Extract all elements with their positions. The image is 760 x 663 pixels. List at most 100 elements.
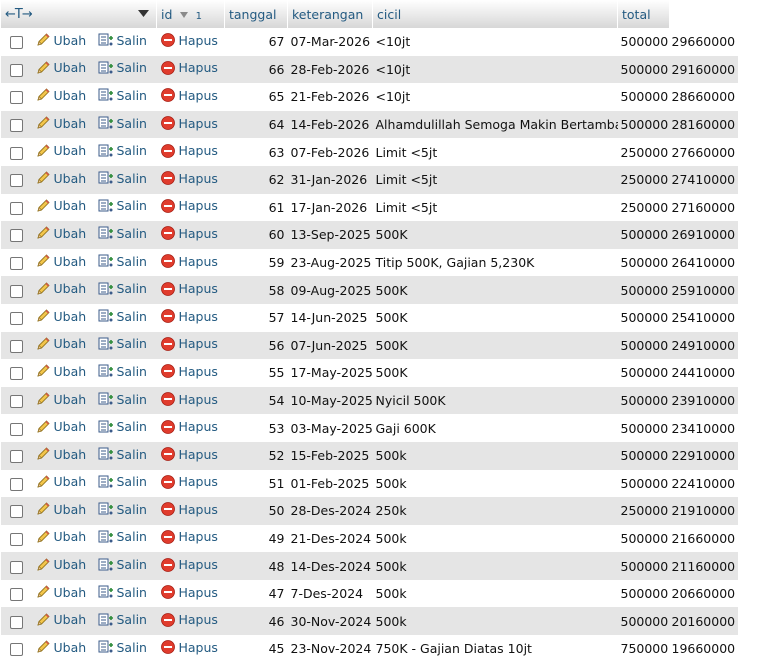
row-checkbox[interactable] bbox=[9, 588, 23, 602]
row-checkbox[interactable] bbox=[9, 146, 23, 160]
row-checkbox[interactable] bbox=[9, 643, 23, 657]
column-header-total-label[interactable]: total bbox=[622, 7, 651, 22]
edit-button[interactable]: Ubah bbox=[35, 308, 86, 324]
copy-button[interactable]: Salin bbox=[98, 60, 147, 76]
copy-button[interactable]: Salin bbox=[98, 391, 147, 407]
row-checkbox[interactable] bbox=[9, 339, 23, 353]
copy-button[interactable]: Salin bbox=[98, 584, 147, 600]
delete-button[interactable]: Hapus bbox=[160, 419, 218, 435]
delete-button[interactable]: Hapus bbox=[160, 446, 218, 462]
copy-button[interactable]: Salin bbox=[98, 363, 147, 379]
edit-button[interactable]: Ubah bbox=[35, 584, 86, 600]
delete-button[interactable]: Hapus bbox=[160, 32, 218, 48]
row-checkbox[interactable] bbox=[9, 91, 23, 105]
copy-button[interactable]: Salin bbox=[98, 115, 147, 131]
column-header-id-label[interactable]: id bbox=[161, 7, 172, 22]
row-checkbox[interactable] bbox=[9, 395, 23, 409]
delete-button[interactable]: Hapus bbox=[160, 170, 218, 186]
edit-button[interactable]: Ubah bbox=[35, 87, 86, 103]
copy-button[interactable]: Salin bbox=[98, 336, 147, 352]
row-checkbox[interactable] bbox=[9, 63, 23, 77]
delete-button[interactable]: Hapus bbox=[160, 198, 218, 214]
copy-button[interactable]: Salin bbox=[98, 639, 147, 655]
row-checkbox[interactable] bbox=[9, 477, 23, 491]
edit-button[interactable]: Ubah bbox=[35, 474, 86, 490]
row-checkbox[interactable] bbox=[9, 450, 23, 464]
edit-button[interactable]: Ubah bbox=[35, 446, 86, 462]
delete-button[interactable]: Hapus bbox=[160, 87, 218, 103]
delete-button[interactable]: Hapus bbox=[160, 639, 218, 655]
edit-button[interactable]: Ubah bbox=[35, 639, 86, 655]
copy-button[interactable]: Salin bbox=[98, 87, 147, 103]
column-header-keterangan[interactable]: keterangan bbox=[287, 0, 373, 28]
delete-button[interactable]: Hapus bbox=[160, 612, 218, 628]
row-checkbox[interactable] bbox=[9, 312, 23, 326]
edit-button[interactable]: Ubah bbox=[35, 557, 86, 573]
delete-button[interactable]: Hapus bbox=[160, 474, 218, 490]
copy-button[interactable]: Salin bbox=[98, 557, 147, 573]
copy-button[interactable]: Salin bbox=[98, 281, 147, 297]
edit-button[interactable]: Ubah bbox=[35, 32, 86, 48]
row-checkbox[interactable] bbox=[9, 560, 23, 574]
edit-button[interactable]: Ubah bbox=[35, 501, 86, 517]
row-checkbox[interactable] bbox=[9, 36, 23, 50]
row-checkbox[interactable] bbox=[9, 229, 23, 243]
copy-button[interactable]: Salin bbox=[98, 253, 147, 269]
edit-button[interactable]: Ubah bbox=[35, 143, 86, 159]
delete-button[interactable]: Hapus bbox=[160, 501, 218, 517]
row-checkbox[interactable] bbox=[9, 532, 23, 546]
column-header-total[interactable]: total bbox=[617, 0, 669, 28]
edit-button[interactable]: Ubah bbox=[35, 198, 86, 214]
delete-button[interactable]: Hapus bbox=[160, 60, 218, 76]
delete-button[interactable]: Hapus bbox=[160, 253, 218, 269]
delete-button[interactable]: Hapus bbox=[160, 115, 218, 131]
copy-button[interactable]: Salin bbox=[98, 529, 147, 545]
delete-button[interactable]: Hapus bbox=[160, 363, 218, 379]
row-checkbox[interactable] bbox=[9, 119, 23, 133]
column-header-id[interactable]: id 1 bbox=[156, 0, 225, 28]
edit-button[interactable]: Ubah bbox=[35, 170, 86, 186]
edit-button[interactable]: Ubah bbox=[35, 253, 86, 269]
delete-button[interactable]: Hapus bbox=[160, 143, 218, 159]
column-header-cicil[interactable]: cicil bbox=[372, 0, 618, 28]
column-resize-arrows[interactable]: ←T→ bbox=[5, 7, 33, 22]
row-checkbox[interactable] bbox=[9, 505, 23, 519]
copy-button[interactable]: Salin bbox=[98, 225, 147, 241]
column-header-cicil-label[interactable]: cicil bbox=[377, 7, 401, 22]
edit-button[interactable]: Ubah bbox=[35, 225, 86, 241]
row-checkbox[interactable] bbox=[9, 615, 23, 629]
edit-button[interactable]: Ubah bbox=[35, 60, 86, 76]
copy-button[interactable]: Salin bbox=[98, 501, 147, 517]
copy-button[interactable]: Salin bbox=[98, 308, 147, 324]
sort-descending-icon[interactable] bbox=[180, 11, 191, 22]
row-checkbox[interactable] bbox=[9, 284, 23, 298]
column-header-keterangan-label[interactable]: keterangan bbox=[292, 7, 363, 22]
row-checkbox[interactable] bbox=[9, 174, 23, 188]
delete-button[interactable]: Hapus bbox=[160, 557, 218, 573]
column-header-tanggal[interactable]: tanggal bbox=[224, 0, 288, 28]
delete-button[interactable]: Hapus bbox=[160, 281, 218, 297]
copy-button[interactable]: Salin bbox=[98, 32, 147, 48]
delete-button[interactable]: Hapus bbox=[160, 336, 218, 352]
edit-button[interactable]: Ubah bbox=[35, 336, 86, 352]
column-header-tanggal-label[interactable]: tanggal bbox=[229, 7, 277, 22]
copy-button[interactable]: Salin bbox=[98, 170, 147, 186]
delete-button[interactable]: Hapus bbox=[160, 529, 218, 545]
delete-button[interactable]: Hapus bbox=[160, 308, 218, 324]
edit-button[interactable]: Ubah bbox=[35, 612, 86, 628]
row-checkbox[interactable] bbox=[9, 257, 23, 271]
edit-button[interactable]: Ubah bbox=[35, 391, 86, 407]
copy-button[interactable]: Salin bbox=[98, 419, 147, 435]
edit-button[interactable]: Ubah bbox=[35, 115, 86, 131]
copy-button[interactable]: Salin bbox=[98, 198, 147, 214]
copy-button[interactable]: Salin bbox=[98, 474, 147, 490]
copy-button[interactable]: Salin bbox=[98, 446, 147, 462]
delete-button[interactable]: Hapus bbox=[160, 584, 218, 600]
copy-button[interactable]: Salin bbox=[98, 143, 147, 159]
row-checkbox[interactable] bbox=[9, 201, 23, 215]
row-checkbox[interactable] bbox=[9, 422, 23, 436]
copy-button[interactable]: Salin bbox=[98, 612, 147, 628]
edit-button[interactable]: Ubah bbox=[35, 529, 86, 545]
row-checkbox[interactable] bbox=[9, 367, 23, 381]
edit-button[interactable]: Ubah bbox=[35, 281, 86, 297]
